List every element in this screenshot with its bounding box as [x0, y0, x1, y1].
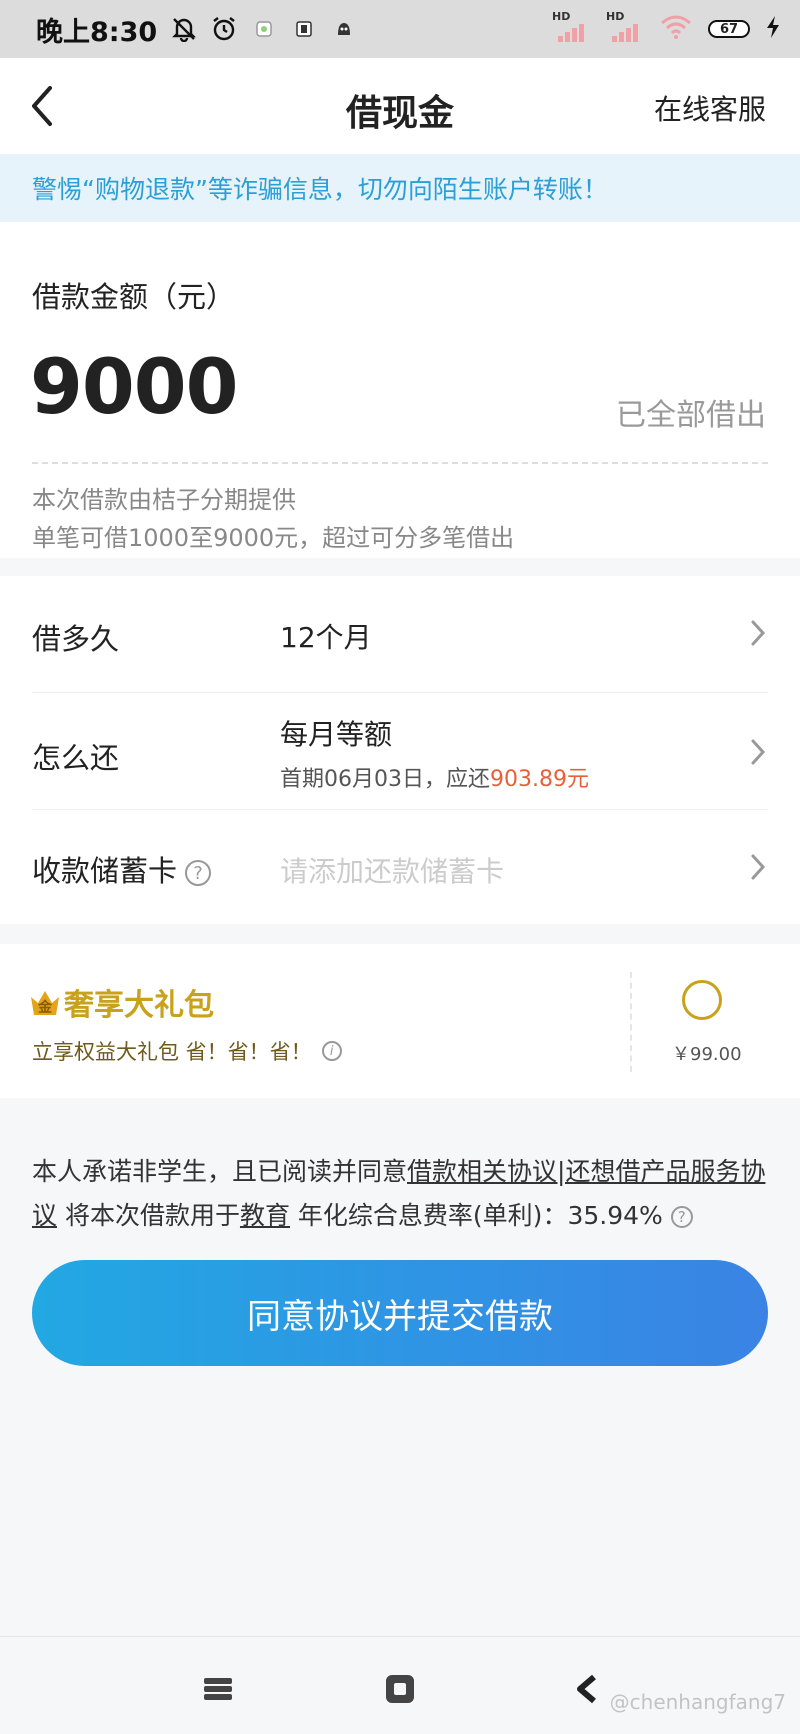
gift-description: 立享权益大礼包 省！省！省！ i: [32, 1036, 342, 1066]
duration-label: 借多久: [32, 622, 120, 656]
gift-description-text: 立享权益大礼包 省！省！省！: [32, 1040, 312, 1064]
gift-divider: [630, 972, 632, 1072]
dashed-divider: [32, 462, 768, 464]
first-payment-amount: 903.89元: [490, 767, 589, 792]
gift-title: 金 奢享大礼包: [28, 980, 214, 1024]
status-bar: 晚上8:30 HD HD 67: [0, 0, 800, 58]
menu-icon: [204, 1678, 232, 1700]
menu-nav-button[interactable]: [200, 1671, 236, 1707]
duration-row[interactable]: 借多久 12个月: [32, 576, 768, 692]
system-nav-bar: [0, 1636, 800, 1734]
amount-label: 借款金额（元）: [32, 280, 236, 314]
signal-icon: HD: [552, 10, 590, 44]
gift-select-radio[interactable]: [682, 980, 722, 1020]
repayment-label: 怎么还: [32, 741, 120, 775]
submit-loan-button[interactable]: 同意协议并提交借款: [32, 1260, 768, 1366]
first-payment-prefix: 首期06月03日，应还: [280, 767, 490, 792]
amount-value[interactable]: 9000: [30, 342, 239, 431]
debit-card-label-text: 收款储蓄卡: [32, 854, 178, 888]
signal-icon-2: HD: [606, 10, 644, 44]
wifi-icon: [660, 14, 692, 44]
status-right: HD HD 67: [552, 10, 780, 44]
gift-title-text: 奢享大礼包: [64, 988, 214, 1023]
agreement-text-2: 将本次借款用于: [57, 1201, 240, 1230]
status-time: 晚上8:30: [36, 16, 158, 48]
agreement-text-3: 年化综合息费率(单利)：35.94%: [289, 1201, 663, 1230]
repayment-method: 每月等额: [280, 718, 393, 751]
back-nav-button[interactable]: [570, 1671, 606, 1707]
home-nav-button[interactable]: [382, 1671, 418, 1707]
back-arrow-icon: [577, 1674, 596, 1704]
limit-note: 单笔可借1000至9000元，超过可分多笔借出: [32, 524, 515, 552]
alarm-icon: [211, 16, 237, 42]
provider-note: 本次借款由桔子分期提供: [32, 486, 296, 514]
loan-purpose-link[interactable]: 教育: [240, 1201, 290, 1230]
chevron-right-icon: [751, 739, 766, 765]
help-icon[interactable]: ?: [185, 860, 212, 886]
watermark: @chenhangfang7: [609, 1690, 786, 1714]
charging-icon: [766, 16, 780, 42]
gift-package-card: 金 奢享大礼包 立享权益大礼包 省！省！省！ i ￥99.00: [0, 944, 800, 1098]
home-square-icon: [386, 1675, 414, 1703]
crown-icon: 金: [28, 985, 62, 1019]
chevron-right-icon: [751, 854, 766, 880]
app-header: 借现金 在线客服: [0, 58, 800, 154]
repayment-row[interactable]: 怎么还 每月等额 首期06月03日，应还903.89元: [32, 693, 768, 809]
bell-off-icon: [171, 16, 197, 42]
notification-app-icon-2: [291, 16, 317, 42]
back-button[interactable]: [24, 82, 64, 130]
signal-hd-label: HD: [552, 10, 571, 23]
first-payment-info: 首期06月03日，应还903.89元: [280, 761, 589, 793]
signal-hd-label-2: HD: [606, 10, 625, 23]
notification-app-icon: [251, 16, 277, 42]
chevron-left-icon: [32, 86, 52, 126]
amount-status: 已全部借出: [616, 398, 766, 433]
debit-card-placeholder: 请添加还款储蓄卡: [280, 855, 505, 888]
agreement-text-1: 本人承诺非学生，且已阅读并同意: [32, 1157, 408, 1186]
crown-badge-text: 金: [38, 1000, 52, 1016]
fraud-warning-banner: 警惕“购物退款”等诈骗信息，切勿向陌生账户转账！: [0, 154, 800, 222]
debit-card-row[interactable]: 收款储蓄卡? 请添加还款储蓄卡: [32, 810, 768, 924]
debit-card-label: 收款储蓄卡?: [32, 848, 212, 890]
status-left: 晚上8:30: [36, 10, 357, 49]
info-icon[interactable]: i: [321, 1041, 342, 1061]
notification-app-icon-3: [331, 16, 357, 42]
duration-value: 12个月: [280, 621, 372, 654]
customer-service-link[interactable]: 在线客服: [654, 88, 766, 128]
fraud-warning-text: 警惕“购物退款”等诈骗信息，切勿向陌生账户转账！: [32, 175, 608, 204]
loan-terms-card: 借多久 12个月 怎么还 每月等额 首期06月03日，应还903.89元 收款储…: [0, 576, 800, 924]
battery-indicator: 67: [708, 20, 750, 38]
agreement-text: 本人承诺非学生，且已阅读并同意借款相关协议|还想借产品服务协议 将本次借款用于教…: [32, 1150, 772, 1238]
loan-amount-card: 借款金额（元） 9000 已全部借出 本次借款由桔子分期提供 单笔可借1000至…: [0, 222, 800, 558]
chevron-right-icon: [751, 620, 766, 646]
rate-help-icon[interactable]: ?: [670, 1206, 693, 1228]
gift-price: ￥99.00: [672, 1044, 742, 1065]
